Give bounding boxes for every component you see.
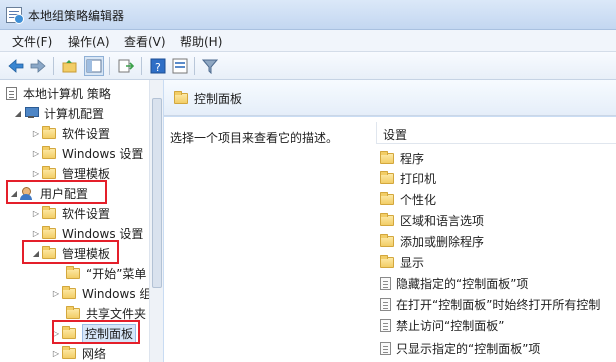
details-header: 控制面板: [164, 80, 616, 116]
help-icon[interactable]: ?: [148, 56, 168, 76]
collapsed-arrow-icon[interactable]: ▷: [30, 129, 42, 138]
folder-icon: [66, 305, 80, 319]
folder-icon: [380, 233, 394, 247]
folder-icon: [42, 225, 56, 239]
policy-setting-icon: [380, 276, 391, 290]
policy-document-icon: [6, 86, 17, 100]
toolbar-separator: [53, 57, 54, 75]
folder-icon: [62, 345, 76, 359]
menu-file[interactable]: 文件(F): [12, 33, 52, 50]
up-folder-icon[interactable]: [60, 56, 80, 76]
collapsed-arrow-icon[interactable]: ▷: [50, 349, 62, 358]
highlight-control-panel: [52, 320, 140, 344]
folder-icon: [380, 254, 394, 268]
forward-arrow-icon[interactable]: [28, 56, 48, 76]
expanded-arrow-icon[interactable]: ◢: [12, 109, 24, 118]
menu-action[interactable]: 操作(A): [68, 33, 110, 50]
collapsed-arrow-icon[interactable]: ▷: [30, 229, 42, 238]
tree-item-computer-windows[interactable]: ▷ Windows 设置: [30, 143, 143, 163]
folder-icon: [380, 191, 394, 205]
policy-setting-icon: [380, 318, 391, 332]
tree-item-windows-components[interactable]: ▷ Windows 组: [50, 283, 151, 303]
show-hide-tree-icon[interactable]: [84, 56, 104, 76]
folder-icon: [380, 170, 394, 184]
collapsed-arrow-icon[interactable]: ▷: [30, 169, 42, 178]
settings-folder-display[interactable]: 显示: [380, 252, 424, 272]
highlight-admin-templates: [22, 240, 119, 264]
policy-setting-icon: [380, 297, 391, 311]
settings-folder-add-remove-programs[interactable]: 添加或删除程序: [380, 231, 484, 251]
menu-help[interactable]: 帮助(H): [180, 33, 222, 50]
export-list-icon[interactable]: [116, 56, 136, 76]
tree-root[interactable]: 本地计算机 策略: [6, 83, 111, 103]
menu-view[interactable]: 查看(V): [124, 33, 166, 50]
policy-setting-icon: [380, 341, 391, 355]
folder-icon: [42, 125, 56, 139]
folder-icon: [42, 145, 56, 159]
header-folder: 控制面板: [174, 88, 242, 108]
folder-icon: [380, 212, 394, 226]
collapsed-arrow-icon[interactable]: ▷: [50, 289, 62, 298]
settings-folder-personalization[interactable]: 个性化: [380, 189, 436, 209]
folder-icon: [62, 285, 76, 299]
description-text: 选择一个项目来查看它的描述。: [170, 131, 339, 145]
settings-folder-programs[interactable]: 程序: [380, 148, 424, 168]
policy-hide-specified-items[interactable]: 隐藏指定的“控制面板”项: [380, 273, 528, 293]
tree-item-user-software[interactable]: ▷ 软件设置: [30, 203, 110, 223]
toolbar: ?: [0, 52, 616, 80]
computer-icon: [24, 107, 39, 119]
policy-prohibit-access[interactable]: 禁止访问“控制面板”: [380, 315, 504, 335]
settings-folder-printers[interactable]: 打印机: [380, 168, 436, 188]
menu-bar: 文件(F) 操作(A) 查看(V) 帮助(H): [0, 30, 616, 52]
toolbar-separator: [194, 57, 195, 75]
folder-icon: [42, 165, 56, 179]
scrollbar-thumb[interactable]: [152, 98, 162, 288]
details-title: 控制面板: [194, 91, 243, 106]
highlight-user-config: [6, 180, 107, 204]
settings-folder-regional[interactable]: 区域和语言选项: [380, 210, 484, 230]
svg-text:?: ?: [155, 61, 161, 74]
tree-item-network[interactable]: ▷ 网络: [50, 343, 106, 362]
folder-icon: [42, 205, 56, 219]
back-arrow-icon[interactable]: [6, 56, 26, 76]
policy-show-only-specified[interactable]: 只显示指定的“控制面板”项: [380, 338, 540, 358]
tree-item-computer-software[interactable]: ▷ 软件设置: [30, 123, 110, 143]
folder-icon: [380, 150, 394, 164]
title-bar: 本地组策略编辑器: [0, 0, 616, 30]
filter-icon[interactable]: [200, 56, 220, 76]
tree-scrollbar[interactable]: [149, 80, 163, 362]
folder-icon: [66, 265, 80, 279]
tree-item-computer-config[interactable]: ◢ 计算机配置: [12, 103, 104, 123]
window-title: 本地组策略编辑器: [28, 9, 125, 23]
collapsed-arrow-icon[interactable]: ▷: [30, 209, 42, 218]
policy-always-open-all[interactable]: 在打开“控制面板”时始终打开所有控制: [380, 294, 600, 314]
toolbar-separator: [109, 57, 110, 75]
gpedit-app-icon: [6, 7, 24, 24]
folder-icon: [174, 90, 188, 104]
toolbar-separator: [141, 57, 142, 75]
settings-column-header[interactable]: 设置: [376, 122, 616, 144]
collapsed-arrow-icon[interactable]: ▷: [30, 149, 42, 158]
properties-icon[interactable]: [170, 56, 190, 76]
tree-item-start-menu[interactable]: “开始”菜单: [66, 263, 146, 283]
